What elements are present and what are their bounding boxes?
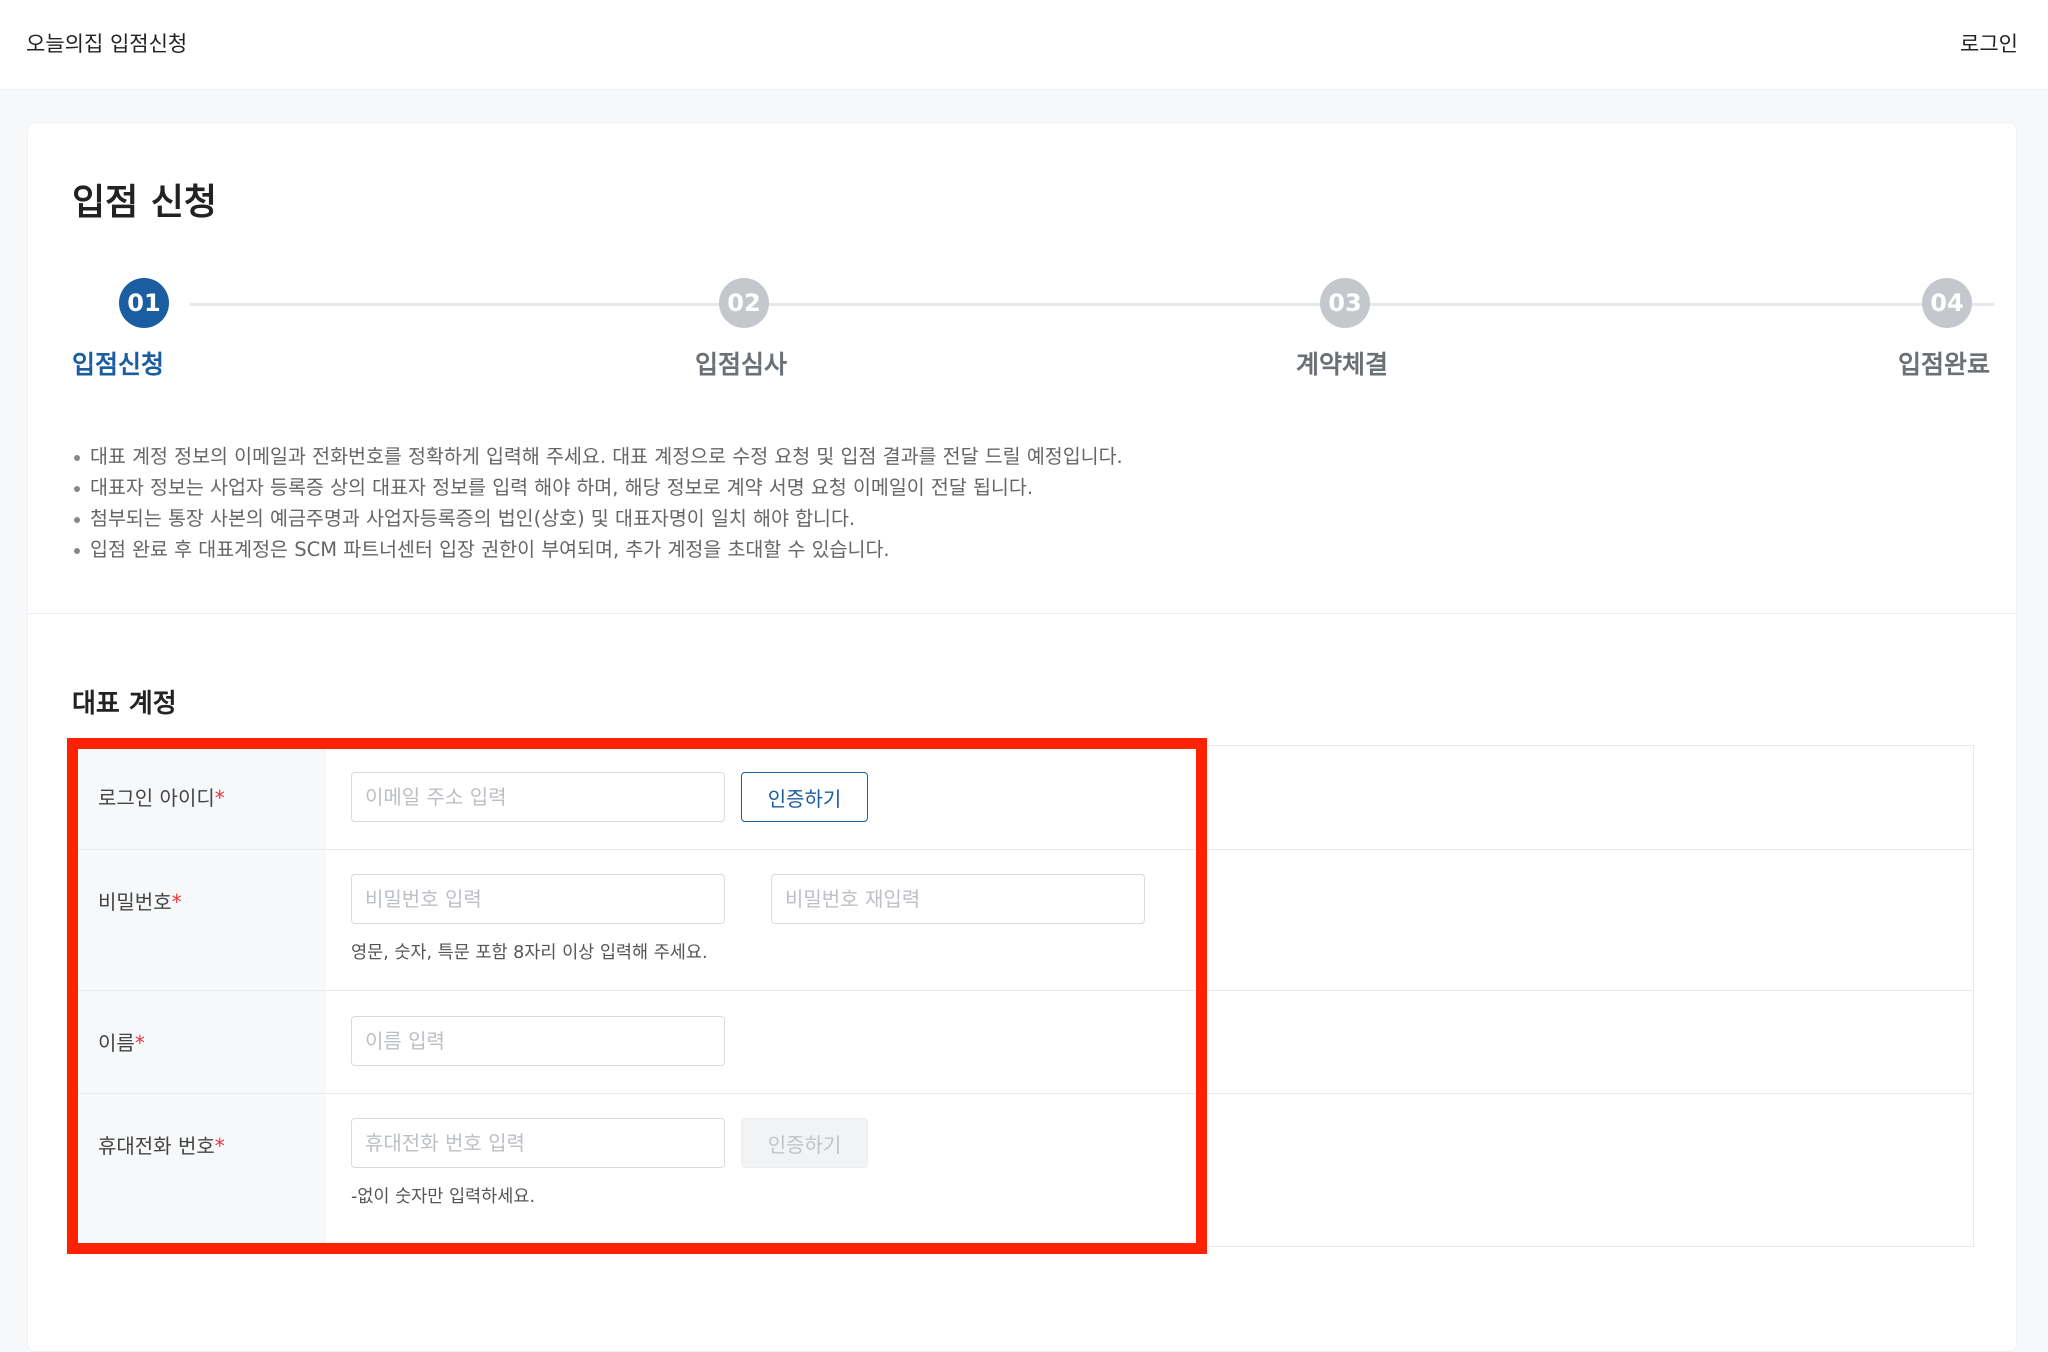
field-label: 비밀번호* xyxy=(72,850,326,990)
step-number-badge: 04 xyxy=(1922,278,1972,328)
field-label-text: 휴대전화 번호 xyxy=(98,1134,215,1158)
name-input[interactable] xyxy=(351,1016,725,1066)
required-mark: * xyxy=(134,1031,145,1055)
section-divider xyxy=(28,613,2016,614)
login-link[interactable]: 로그인 xyxy=(1960,28,2018,58)
verify-email-button[interactable]: 인증하기 xyxy=(741,772,868,822)
field-label-text: 이름 xyxy=(98,1031,135,1055)
field-label-text: 비밀번호 xyxy=(98,890,172,914)
required-mark: * xyxy=(214,786,225,810)
note-item: 입점 완료 후 대표계정은 SCM 파트너센터 입장 권한이 부여되며, 추가 … xyxy=(72,534,1123,565)
phone-number-input[interactable] xyxy=(351,1118,725,1168)
application-card: 입점 신청 01 입점신청 02 입점심사 03 계약체결 04 입점완료 대표… xyxy=(27,122,2017,1352)
note-item: 대표자 정보는 사업자 등록증 상의 대표자 정보를 입력 해야 하며, 해당 … xyxy=(72,472,1123,503)
field-label: 이름* xyxy=(72,991,326,1093)
form-row-login-id: 로그인 아이디* 인증하기 xyxy=(72,746,1974,850)
login-id-email-input[interactable] xyxy=(351,772,725,822)
note-item: 대표 계정 정보의 이메일과 전화번호를 정확하게 입력해 주세요. 대표 계정… xyxy=(72,441,1123,472)
step-number-badge: 02 xyxy=(719,278,769,328)
page-title: 입점 신청 xyxy=(72,182,218,223)
password-input[interactable] xyxy=(351,874,725,924)
field-label-text: 로그인 아이디 xyxy=(98,786,215,810)
step-label: 계약체결 xyxy=(1296,350,1389,379)
field-label: 로그인 아이디* xyxy=(72,746,326,849)
step-label: 입점심사 xyxy=(695,350,788,379)
required-mark: * xyxy=(171,890,182,914)
password-hint: 영문, 숫자, 특문 포함 8자리 이상 입력해 주세요. xyxy=(351,943,708,963)
brand-title: 오늘의집 입점신청 xyxy=(26,32,188,56)
step-connector-line xyxy=(190,303,1994,306)
required-mark: * xyxy=(214,1134,225,1158)
step-number-badge: 01 xyxy=(119,278,169,328)
note-item: 첨부되는 통장 사본의 예금주명과 사업자등록증의 법인(상호) 및 대표자명이… xyxy=(72,503,1123,534)
verify-phone-button[interactable]: 인증하기 xyxy=(741,1118,868,1168)
form-row-password: 비밀번호* 영문, 숫자, 특문 포함 8자리 이상 입력해 주세요. xyxy=(72,850,1974,991)
password-confirm-input[interactable] xyxy=(771,874,1145,924)
top-bar: 오늘의집 입점신청 로그인 xyxy=(0,0,2048,90)
representative-account-form: 로그인 아이디* 인증하기 비밀번호* 영문, 숫자, 특문 포함 8자리 이상… xyxy=(72,745,1974,1248)
step-label: 입점완료 xyxy=(1898,350,1991,379)
section-title: 대표 계정 xyxy=(72,689,177,719)
step-number-badge: 03 xyxy=(1320,278,1370,328)
phone-hint: -없이 숫자만 입력하세요. xyxy=(351,1187,536,1207)
form-row-name: 이름* xyxy=(72,991,1974,1094)
step-label: 입점신청 xyxy=(72,350,165,379)
field-label: 휴대전화 번호* xyxy=(72,1094,326,1248)
guide-notes: 대표 계정 정보의 이메일과 전화번호를 정확하게 입력해 주세요. 대표 계정… xyxy=(72,441,1123,565)
form-row-phone: 휴대전화 번호* 인증하기 -없이 숫자만 입력하세요. xyxy=(72,1094,1974,1248)
